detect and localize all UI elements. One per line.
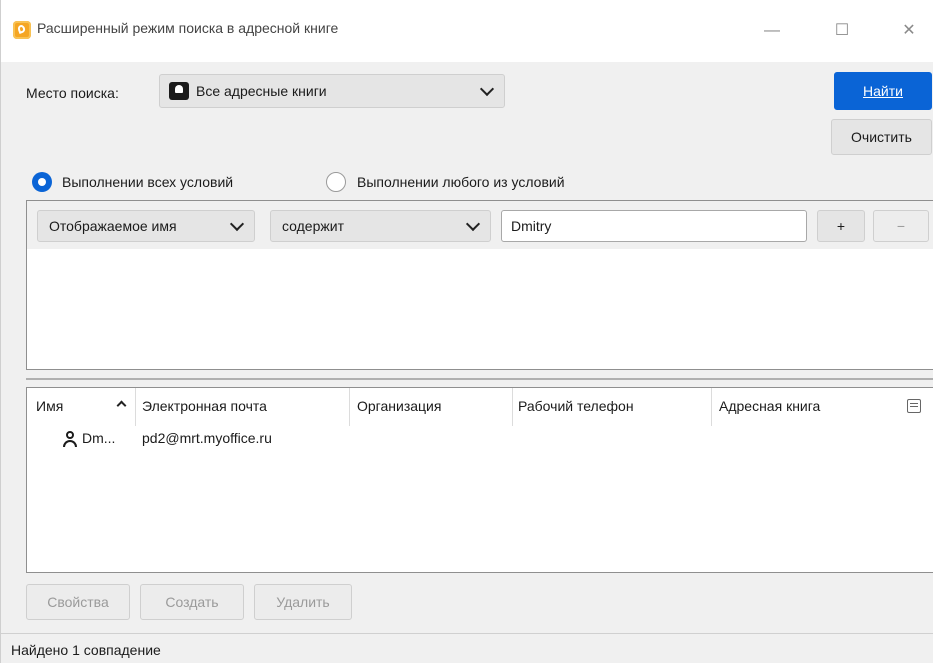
column-email[interactable]: Электронная почта [142,398,267,414]
remove-condition-button[interactable]: − [873,210,929,242]
close-button[interactable]: ✕ [894,18,924,44]
condition-operator-dropdown[interactable]: содержит [270,210,491,242]
search-dialog: Расширенный режим поиска в адресной книг… [0,0,933,663]
chevron-down-icon [229,216,245,232]
results-table: Имя Электронная почта Организация Рабочи… [26,387,933,573]
column-separator [349,388,350,426]
clear-button[interactable]: Очистить [831,119,932,155]
splitter[interactable] [26,378,933,380]
properties-button[interactable]: Свойства [26,584,130,620]
condition-field-value: Отображаемое имя [49,218,177,234]
table-row[interactable]: Dm... pd2@mrt.myoffice.ru [27,426,933,452]
minimize-button[interactable]: — [757,18,787,44]
column-name[interactable]: Имя [36,398,63,414]
search-location-label: Место поиска: [26,85,119,101]
status-text: Найдено 1 совпадение [11,642,161,658]
title-bar: Расширенный режим поиска в адресной книг… [1,0,933,62]
conditions-panel: Отображаемое имя содержит Dmitry + − [26,200,933,370]
column-work-phone[interactable]: Рабочий телефон [518,398,634,414]
column-address-book[interactable]: Адресная книга [719,398,820,414]
column-separator [711,388,712,426]
match-all-radio[interactable] [32,172,52,192]
column-separator [512,388,513,426]
condition-value-input[interactable]: Dmitry [501,210,807,242]
address-book-icon [169,82,189,100]
match-all-label: Выполнении всех условий [62,174,234,190]
add-condition-button[interactable]: + [817,210,865,242]
match-any-label: Выполнении любого из условий [357,174,565,190]
search-location-dropdown[interactable]: Все адресные книги [159,74,505,108]
search-location-value: Все адресные книги [196,83,327,99]
condition-field-dropdown[interactable]: Отображаемое имя [37,210,255,242]
chevron-down-icon [465,216,481,232]
maximize-button[interactable]: ☐ [827,18,857,44]
status-bar: Найдено 1 совпадение [1,633,933,663]
delete-button[interactable]: Удалить [254,584,352,620]
find-button[interactable]: Найти [834,72,932,110]
sort-ascending-icon [116,400,127,411]
window-title: Расширенный режим поиска в адресной книг… [37,20,339,36]
match-any-radio[interactable] [326,172,346,192]
column-picker-icon[interactable] [907,399,921,413]
row-name: Dm... [82,430,116,446]
column-separator [135,388,136,426]
column-organization[interactable]: Организация [357,398,441,414]
create-button[interactable]: Создать [140,584,244,620]
contact-icon [61,430,79,448]
row-email: pd2@mrt.myoffice.ru [142,430,272,446]
chevron-down-icon [479,81,495,97]
table-header: Имя Электронная почта Организация Рабочи… [27,388,933,426]
app-icon [13,21,31,39]
condition-value-text: Dmitry [511,218,552,234]
condition-operator-value: содержит [282,218,344,234]
